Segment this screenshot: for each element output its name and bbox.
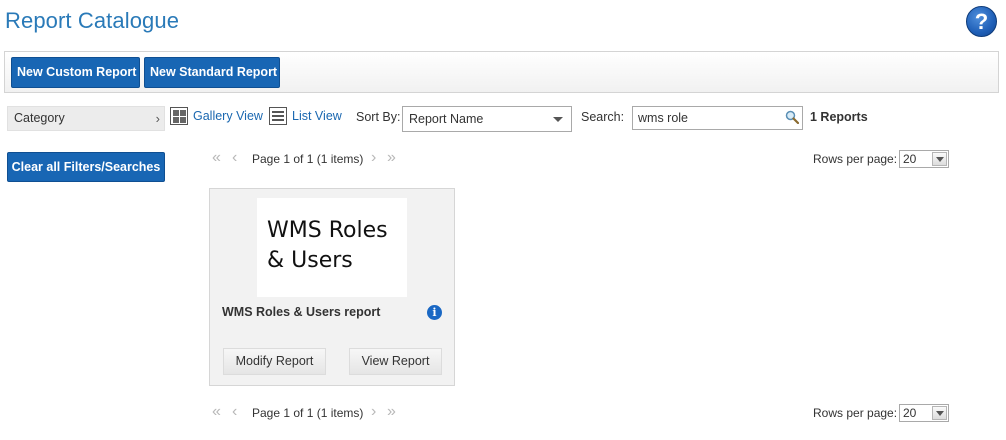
rows-per-page-label: Rows per page:: [813, 152, 898, 166]
last-page-icon[interactable]: »: [387, 404, 396, 420]
sort-by-label: Sort By:: [356, 110, 401, 124]
rows-per-page-value: 20: [903, 406, 917, 420]
rows-per-page-value: 20: [903, 152, 917, 166]
list-view-icon[interactable]: [269, 107, 287, 125]
last-page-icon[interactable]: »: [387, 150, 396, 166]
chevron-right-icon: ›: [155, 111, 160, 126]
thumbnail-line-2: & Users: [267, 248, 353, 273]
rows-per-page-select[interactable]: 20: [899, 404, 949, 422]
gallery-view-icon[interactable]: [170, 107, 188, 125]
report-card: WMS Roles & Users WMS Roles & Users repo…: [209, 188, 455, 386]
previous-page-icon[interactable]: ‹: [232, 150, 237, 166]
first-page-icon[interactable]: «: [212, 404, 221, 420]
category-label: Category: [14, 111, 65, 125]
new-standard-report-button[interactable]: New Standard Report: [144, 57, 280, 88]
previous-page-icon[interactable]: ‹: [232, 404, 237, 420]
page-title: Report Catalogue: [5, 8, 180, 33]
report-title: WMS Roles & Users report: [222, 305, 381, 319]
category-filter[interactable]: Category ›: [7, 106, 165, 131]
toolbar: New Custom Report New Standard Report: [4, 51, 999, 93]
info-icon[interactable]: i: [427, 305, 442, 320]
thumbnail-line-1: WMS Roles: [267, 218, 388, 243]
rows-per-page-label: Rows per page:: [813, 406, 898, 420]
dropdown-arrow-icon: [932, 406, 947, 420]
dropdown-arrow-icon: [932, 152, 947, 166]
report-thumbnail[interactable]: WMS Roles & Users: [257, 198, 407, 297]
search-label: Search:: [581, 110, 625, 124]
report-count: 1 Reports: [810, 110, 868, 124]
help-icon[interactable]: ?: [966, 6, 997, 37]
gallery-view-link[interactable]: Gallery View: [193, 109, 263, 123]
next-page-icon[interactable]: ›: [371, 150, 376, 166]
view-report-button[interactable]: View Report: [349, 348, 442, 375]
search-icon[interactable]: [785, 110, 799, 124]
modify-report-button[interactable]: Modify Report: [223, 348, 326, 375]
sort-by-value: Report Name: [409, 112, 484, 126]
clear-filters-button[interactable]: Clear all Filters/Searches: [7, 152, 165, 182]
list-view-link[interactable]: List View: [292, 109, 342, 123]
search-input[interactable]: [632, 106, 803, 130]
next-page-icon[interactable]: ›: [371, 404, 376, 420]
page-info: Page 1 of 1 (1 items): [252, 406, 364, 420]
page-info: Page 1 of 1 (1 items): [252, 152, 364, 166]
new-custom-report-button[interactable]: New Custom Report: [11, 57, 140, 88]
caret-down-icon: [553, 117, 563, 122]
rows-per-page-select[interactable]: 20: [899, 150, 949, 168]
first-page-icon[interactable]: «: [212, 150, 221, 166]
sort-by-select[interactable]: Report Name: [402, 106, 572, 132]
